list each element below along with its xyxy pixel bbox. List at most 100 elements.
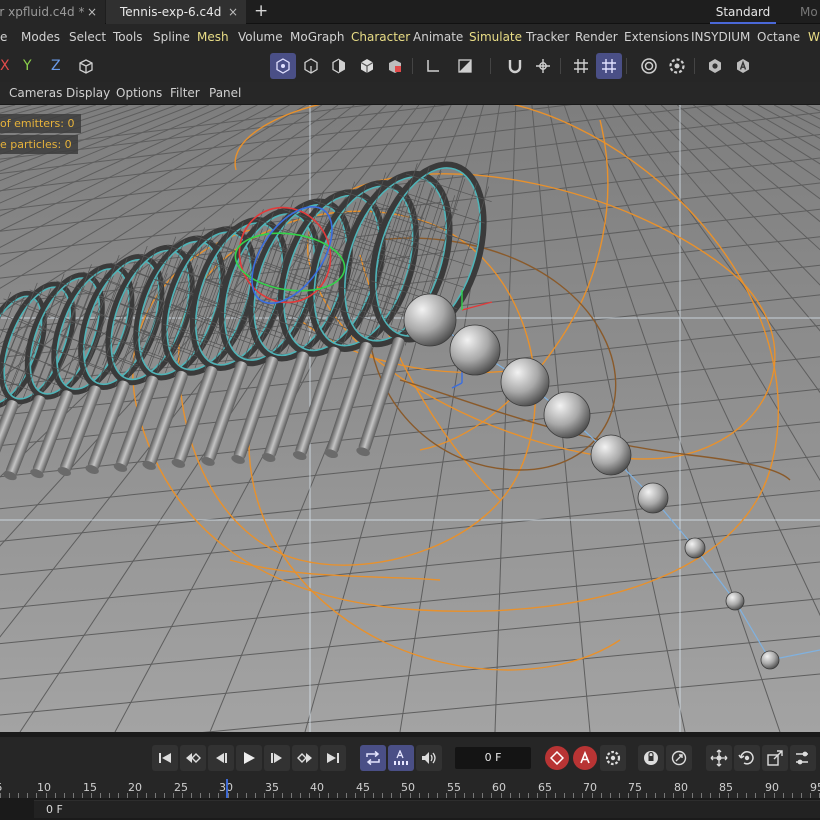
ruler-tick-label: 65 [538,781,552,794]
move-key-icon[interactable] [706,745,732,771]
play-icon[interactable] [236,745,262,771]
viewport-solo-icon[interactable] [702,53,728,79]
menu-item-spline[interactable]: Spline [153,24,190,50]
viewport-menu-panel[interactable]: Panel [209,82,241,105]
menu-item-mograph[interactable]: MoGraph [290,24,345,50]
previous-key-icon[interactable] [180,745,206,771]
menu-item-animate[interactable]: Animate [413,24,463,50]
close-icon[interactable]: × [228,0,238,24]
animation-toolbar: 0 F [0,737,820,779]
ruler-tick-label: 75 [628,781,642,794]
ruler-tick-label: 80 [674,781,688,794]
sound-icon[interactable] [416,745,442,771]
toolbar-divider [490,58,491,74]
ruler-tick-label: 85 [719,781,733,794]
document-tab-xpfluid[interactable]: er xpfluid.c4d * × [0,0,105,24]
close-icon[interactable]: × [87,0,97,24]
next-frame-icon[interactable] [264,745,290,771]
autokeying-icon[interactable] [573,746,597,770]
ruler-tick-label: 25 [174,781,188,794]
viewport-menu-filter[interactable]: Filter [170,82,200,105]
axis-mode-icon[interactable] [420,53,446,79]
viewport-menu-cameras[interactable]: Cameras [9,82,62,105]
points-mode-icon[interactable] [270,53,296,79]
polygons-mode-icon[interactable] [326,53,352,79]
menu-item-render[interactable]: Render [575,24,618,50]
document-tab-label: er xpfluid.c4d * [0,5,85,19]
menu-item-edit[interactable]: e [0,24,7,50]
main-toolbar: X Y Z [0,50,820,82]
menu-item-modes[interactable]: Modes [21,24,60,50]
menu-item-simulate[interactable]: Simulate [469,24,522,50]
menu-item-tracker[interactable]: Tracker [526,24,569,50]
texture-mode-icon[interactable] [382,53,408,79]
render-view-icon[interactable] [636,53,662,79]
current-frame-field[interactable]: 0 F [455,747,531,769]
menu-item-tools[interactable]: Tools [113,24,143,50]
z-axis-toggle[interactable]: Z [51,54,61,78]
y-axis-toggle[interactable]: Y [23,54,32,78]
menu-item-octane[interactable]: Octane [757,24,800,50]
ruler-tick-label: 40 [310,781,324,794]
loop-icon[interactable] [360,745,386,771]
document-tab-tennis[interactable]: Tennis-exp-6.c4d × [106,0,246,24]
ruler-tick-label: 45 [356,781,370,794]
menu-item-volume[interactable]: Volume [238,24,283,50]
previous-frame-icon[interactable] [208,745,234,771]
motion-system-icon[interactable] [666,745,692,771]
ruler-tick-label: 50 [401,781,415,794]
ruler-tick-label: 70 [583,781,597,794]
ruler-tick-label: 20 [128,781,142,794]
model-mode-icon[interactable] [354,53,380,79]
timeline-ruler[interactable]: 5 10 15 20 25 30 35 40 45 50 55 60 65 70… [0,779,820,798]
toolbar-divider [694,58,695,74]
layout-tab-next[interactable]: Mo [800,0,818,24]
octane-icon[interactable] [730,53,756,79]
record-active-objects-icon[interactable] [545,746,569,770]
render-settings-icon[interactable] [664,53,690,79]
viewport-menu-options[interactable]: Options [116,82,162,105]
viewport-scene[interactable] [0,105,820,732]
solo-mode-icon[interactable] [452,53,478,79]
layout-tab-standard[interactable]: Standard [706,0,780,24]
viewport-menu-bar: Cameras Display Options Filter Panel [0,82,820,105]
viewport-menu-display[interactable]: Display [66,82,110,105]
edges-mode-icon[interactable] [298,53,324,79]
menu-item-mesh[interactable]: Mesh [197,24,229,50]
document-tab-label: Tennis-exp-6.c4d [120,5,222,19]
new-tab-button[interactable]: + [254,0,268,24]
go-to-end-icon[interactable] [320,745,346,771]
scale-key-icon[interactable] [762,745,788,771]
rotate-key-icon[interactable] [734,745,760,771]
document-tab-bar: er xpfluid.c4d * × Tennis-exp-6.c4d × + … [0,0,820,24]
status-bar: 0 F [0,798,820,820]
menu-item-extensions[interactable]: Extensions [624,24,689,50]
playback-rate-icon[interactable] [388,745,414,771]
toolbar-divider [626,58,627,74]
coordinate-system-icon[interactable] [73,53,99,79]
menu-item-character[interactable]: Character [351,24,410,50]
ruler-tick-label: 35 [265,781,279,794]
snap-settings-icon[interactable] [530,53,556,79]
snap-magnet-icon[interactable] [502,53,528,79]
x-axis-toggle[interactable]: X [0,54,10,78]
toolbar-divider [412,58,413,74]
menu-item-select[interactable]: Select [69,24,106,50]
ruler-tick-label: 90 [765,781,779,794]
emitter-count-readout: of emitters: 0 [0,114,81,133]
main-menu-bar: e Modes Select Tools Spline Mesh Volume … [0,24,820,50]
parameter-key-icon[interactable] [790,745,816,771]
next-key-icon[interactable] [292,745,318,771]
menu-item-window[interactable]: Wi [808,24,820,50]
frame-status-field: 0 F [34,800,820,818]
workplane-icon[interactable] [596,53,622,79]
3d-viewport[interactable]: of emitters: 0 e particles: 0 [0,105,820,732]
go-to-start-icon[interactable] [152,745,178,771]
ruler-tick-label: 55 [447,781,461,794]
key-settings-icon[interactable] [600,745,626,771]
lock-keys-icon[interactable] [638,745,664,771]
toolbar-divider [560,58,561,74]
grid-icon[interactable] [568,53,594,79]
ruler-tick-label: 15 [83,781,97,794]
menu-item-insydium[interactable]: INSYDIUM [691,24,750,50]
